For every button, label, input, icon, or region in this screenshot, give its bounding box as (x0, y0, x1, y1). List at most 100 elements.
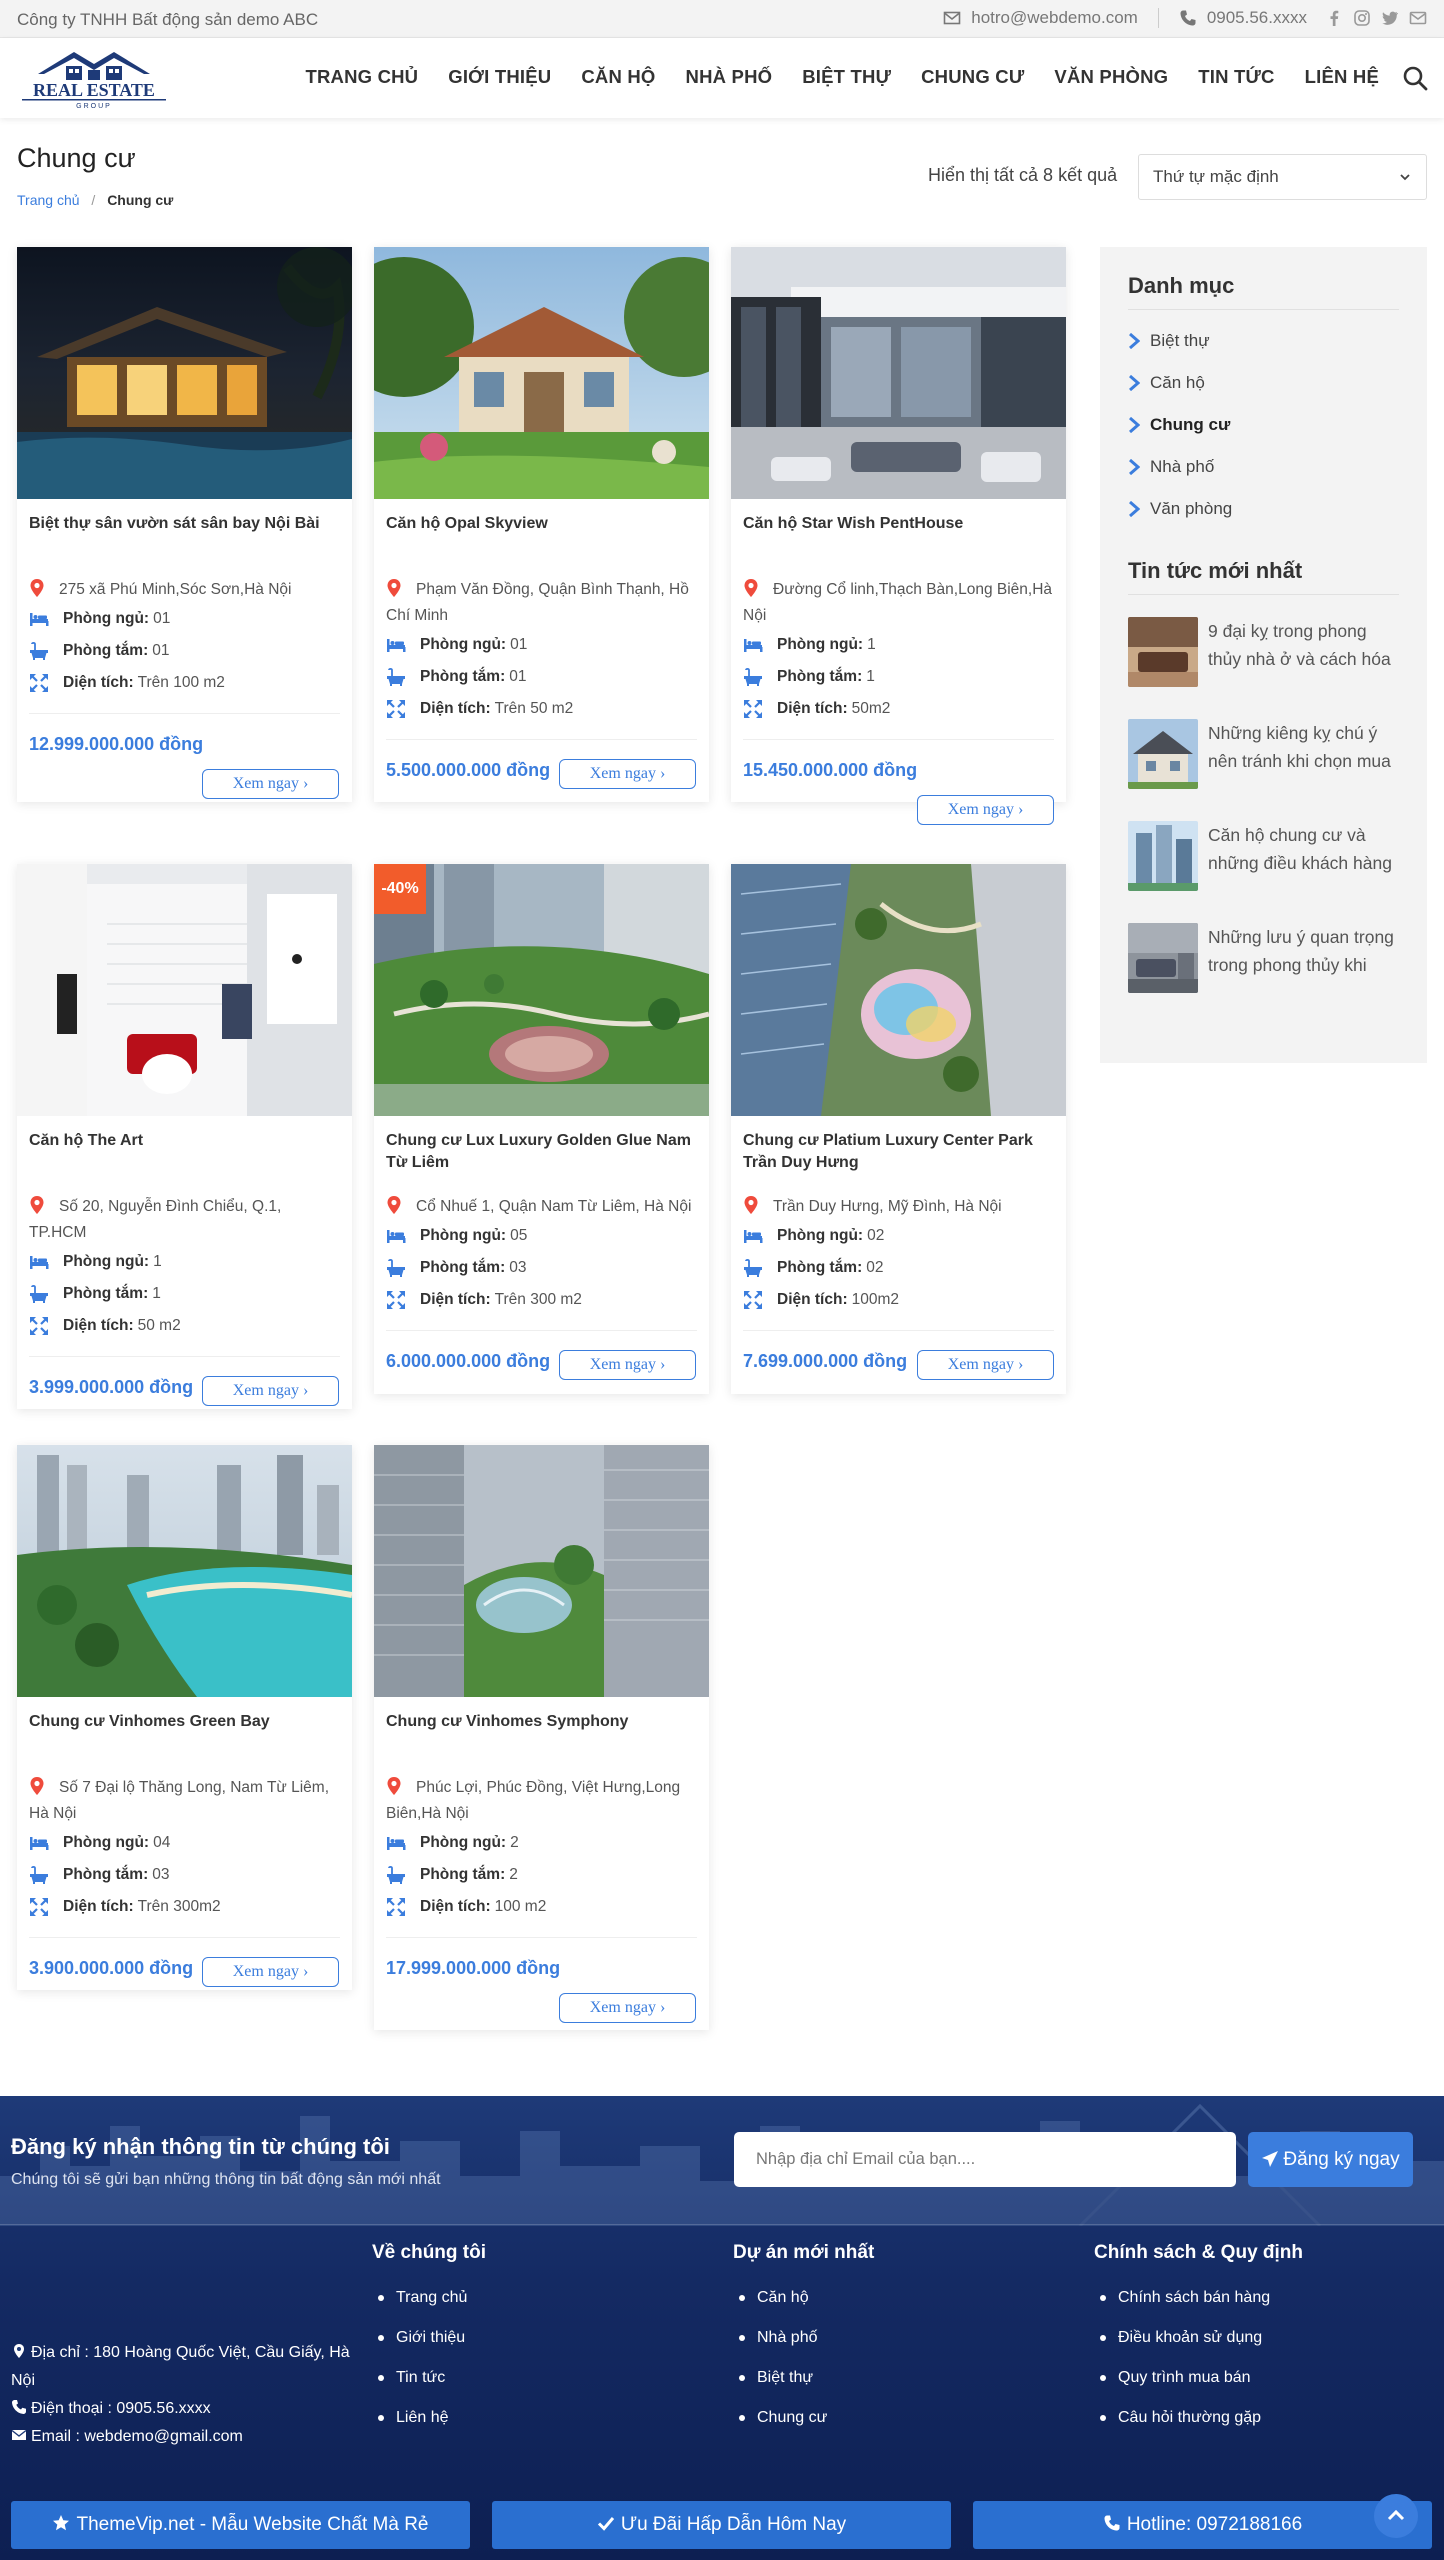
footer-link[interactable]: Câu hỏi thường gặp (1094, 2398, 1303, 2438)
product-title[interactable]: Căn hộ Opal Skyview (386, 513, 697, 563)
view-now-button[interactable]: Xem ngay › (559, 1993, 696, 2023)
product-bathrooms: Phòng tắm: 2 (386, 1859, 697, 1891)
product-title[interactable]: Chung cư Vinhomes Symphony (386, 1711, 697, 1761)
view-now-button[interactable]: Xem ngay › (559, 759, 696, 789)
product-address: Đường Cổ linh,Thạch Bàn,Long Biên,Hà Nội (743, 577, 1054, 629)
product-image-symphony[interactable] (374, 1445, 709, 1697)
news-thumbnail[interactable] (1128, 617, 1198, 687)
category-villa[interactable]: Biệt thự (1128, 320, 1399, 362)
company-name: Công ty TNHH Bất động sản demo ABC (17, 10, 319, 29)
view-now-button[interactable]: Xem ngay › (917, 1350, 1054, 1380)
product-title[interactable]: Căn hộ Star Wish PentHouse (743, 513, 1054, 563)
footer-link[interactable]: Căn hộ (733, 2278, 874, 2318)
footer-col-title: Về chúng tôi (372, 2242, 486, 2263)
news-thumbnail[interactable] (1128, 923, 1198, 993)
product-title[interactable]: Biệt thự sân vườn sát sân bay Nội Bài (29, 513, 340, 563)
top-email[interactable]: hotro@webdemo.com (971, 8, 1138, 28)
chevron-down-icon (1400, 174, 1410, 181)
news-title[interactable]: Những lưu ý quan trọng trong phong thủy … (1208, 923, 1399, 979)
product-title[interactable]: Căn hộ The Art (29, 1130, 340, 1180)
product-address: Phúc Lợi, Phúc Đồng, Việt Hưng,Long Biên… (386, 1775, 697, 1827)
category-townhouse[interactable]: Nhà phố (1128, 446, 1399, 488)
sort-select[interactable]: Thứ tự mặc định (1138, 154, 1427, 200)
hotline-button[interactable]: Hotline: 0972188166 (973, 2501, 1432, 2549)
nav-villa[interactable]: BIỆT THỰ (787, 66, 906, 88)
view-now-button[interactable]: Xem ngay › (202, 1376, 339, 1406)
footer-link[interactable]: Giới thiệu (372, 2318, 486, 2358)
view-now-button[interactable]: Xem ngay › (559, 1350, 696, 1380)
news-thumbnail[interactable] (1128, 719, 1198, 789)
nav-home[interactable]: TRANG CHỦ (290, 66, 433, 88)
site-logo[interactable]: REAL ESTATE GROUP (16, 46, 172, 110)
breadcrumb-home[interactable]: Trang chủ (17, 192, 80, 208)
footer-link[interactable]: Điều khoản sử dụng (1094, 2318, 1303, 2358)
category-condo[interactable]: Chung cư (1128, 404, 1399, 446)
nav-office[interactable]: VĂN PHÒNG (1039, 66, 1183, 88)
search-icon[interactable] (1402, 65, 1428, 91)
subscribe-description: Chúng tôi sẽ gửi bạn những thông tin bất… (11, 2171, 441, 2188)
product-title[interactable]: Chung cư Platium Luxury Center Park Trần… (743, 1130, 1054, 1180)
news-item[interactable]: 9 đại kỵ trong phong thủy nhà ở và cách … (1128, 617, 1399, 697)
product-address: 275 xã Phú Minh,Sóc Sơn,Hà Nội (29, 577, 340, 603)
news-title[interactable]: 9 đại kỵ trong phong thủy nhà ở và cách … (1208, 617, 1399, 673)
footer-link[interactable]: Quy trình mua bán (1094, 2358, 1303, 2398)
product-image-park-aerial[interactable] (731, 864, 1066, 1116)
product-image-bathroom[interactable] (17, 864, 352, 1116)
themevip-button[interactable]: ThemeVip.net - Mẫu Website Chất Mà Rẻ (11, 2501, 470, 2549)
nav-apartment[interactable]: CĂN HỘ (566, 66, 670, 88)
expand-arrows-icon (30, 674, 48, 692)
phone-icon (1180, 10, 1196, 26)
top-phone[interactable]: 0905.56.xxxx (1207, 8, 1307, 28)
news-title[interactable]: Những kiêng kỵ chú ý nên tránh khi chọn … (1208, 719, 1399, 775)
view-now-button[interactable]: Xem ngay › (202, 1957, 339, 1987)
product-image-green-bay[interactable] (17, 1445, 352, 1697)
subscribe-email-input[interactable]: Nhập địa chỉ Email của bạn.... (734, 2132, 1236, 2187)
product-image-penthouse[interactable] (731, 247, 1066, 499)
nav-condo[interactable]: CHUNG CƯ (906, 66, 1039, 88)
bathtub-icon (744, 1258, 762, 1277)
breadcrumb: Trang chủ / Chung cư (17, 192, 173, 208)
nav-townhouse[interactable]: NHÀ PHỐ (671, 66, 788, 88)
footer-link[interactable]: Liên hệ (372, 2398, 486, 2438)
footer-link[interactable]: Biệt thự (733, 2358, 874, 2398)
product-card: Căn hộ Opal Skyview Phạm Văn Đồng, Quận … (374, 247, 709, 802)
product-title[interactable]: Chung cư Lux Luxury Golden Glue Nam Từ L… (386, 1130, 697, 1180)
news-item[interactable]: Căn hộ chung cư và những điều khách hàng… (1128, 821, 1399, 901)
nav-news[interactable]: TIN TỨC (1183, 66, 1289, 88)
chevron-right-icon (1129, 375, 1140, 391)
product-title[interactable]: Chung cư Vinhomes Green Bay (29, 1711, 340, 1761)
footer-link[interactable]: Nhà phố (733, 2318, 874, 2358)
nav-about[interactable]: GIỚI THIỆU (433, 66, 566, 88)
product-bedrooms: Phòng ngủ: 05 (386, 1220, 697, 1252)
back-to-top-button[interactable] (1374, 2494, 1418, 2538)
product-image-villa-night[interactable] (17, 247, 352, 499)
subscribe-button[interactable]: Đăng ký ngay (1248, 2132, 1413, 2187)
main-nav: TRANG CHỦ GIỚI THIỆU CĂN HỘ NHÀ PHỐ BIỆT… (290, 66, 1394, 88)
product-image-rooftop-garden[interactable]: -40% (374, 864, 709, 1116)
product-card: Chung cư Vinhomes Symphony Phúc Lợi, Phú… (374, 1445, 709, 2030)
bed-icon (387, 1837, 406, 1850)
footer-link[interactable]: Chính sách bán hàng (1094, 2278, 1303, 2318)
footer-projects-column: Dự án mới nhất Căn hộ Nhà phố Biệt thự C… (733, 2242, 874, 2438)
product-price: 3.900.000.000 đồng (29, 1958, 194, 1978)
footer-link[interactable]: Tin tức (372, 2358, 486, 2398)
news-item[interactable]: Những kiêng kỵ chú ý nên tránh khi chọn … (1128, 719, 1399, 799)
news-thumbnail[interactable] (1128, 821, 1198, 891)
footer-link[interactable]: Trang chủ (372, 2278, 486, 2318)
offer-button[interactable]: Ưu Đãi Hấp Dẫn Hôm Nay (492, 2501, 951, 2549)
news-item[interactable]: Những lưu ý quan trọng trong phong thủy … (1128, 923, 1399, 1003)
view-now-button[interactable]: Xem ngay › (202, 769, 339, 799)
view-now-button[interactable]: Xem ngay › (917, 795, 1054, 825)
category-apartment[interactable]: Căn hộ (1128, 362, 1399, 404)
category-office[interactable]: Văn phòng (1128, 488, 1399, 530)
twitter-icon[interactable] (1381, 9, 1399, 27)
product-image-cottage[interactable] (374, 247, 709, 499)
envelope-icon[interactable] (1409, 9, 1427, 27)
facebook-icon[interactable] (1325, 9, 1343, 27)
news-title[interactable]: Căn hộ chung cư và những điều khách hàng… (1208, 821, 1399, 877)
nav-contact[interactable]: LIÊN HỆ (1290, 66, 1394, 88)
page-title: Chung cư (17, 143, 136, 173)
expand-arrows-icon (30, 1898, 48, 1916)
footer-link[interactable]: Chung cư (733, 2398, 874, 2438)
instagram-icon[interactable] (1353, 9, 1371, 27)
